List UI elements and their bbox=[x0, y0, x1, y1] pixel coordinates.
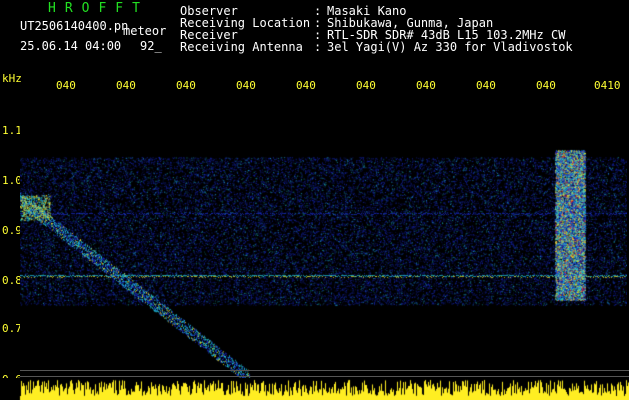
time-tick: 040 bbox=[356, 79, 376, 92]
time-tick: 040 bbox=[236, 79, 256, 92]
time-tick: 040 bbox=[116, 79, 136, 92]
freq-tick: 0.8 bbox=[2, 274, 22, 287]
y-axis-unit: kHz bbox=[2, 72, 22, 85]
detection-mode: meteor bbox=[123, 24, 167, 38]
echo-count: 92_ bbox=[140, 39, 162, 53]
freq-tick: 1.0 bbox=[2, 174, 22, 187]
time-tick: 0410 bbox=[594, 79, 621, 92]
time-tick: 040 bbox=[296, 79, 316, 92]
antenna-colon: : bbox=[314, 40, 322, 54]
freq-tick: 0.9 bbox=[2, 224, 22, 237]
antenna-label: Receiving Antenna bbox=[180, 40, 303, 54]
time-tick: 040 bbox=[176, 79, 196, 92]
spectrogram bbox=[20, 95, 627, 378]
freq-tick: 0.7 bbox=[2, 322, 22, 335]
observation-datetime: 25.06.14 04:00 bbox=[20, 39, 122, 53]
time-tick: 040 bbox=[476, 79, 496, 92]
image-filename: UT2506140400.pn bbox=[20, 19, 129, 33]
amplitude-strip bbox=[0, 378, 629, 400]
hrofft-logo: HROFFT bbox=[48, 1, 149, 16]
time-tick: 040 bbox=[56, 79, 76, 92]
time-tick: 040 bbox=[536, 79, 556, 92]
freq-tick: 1.1 bbox=[2, 124, 22, 137]
antenna-value: 3el Yagi(V) Az 330 for Vladivostok bbox=[327, 40, 573, 54]
divider-line bbox=[20, 376, 629, 377]
time-tick: 040 bbox=[416, 79, 436, 92]
divider-line bbox=[20, 370, 629, 371]
